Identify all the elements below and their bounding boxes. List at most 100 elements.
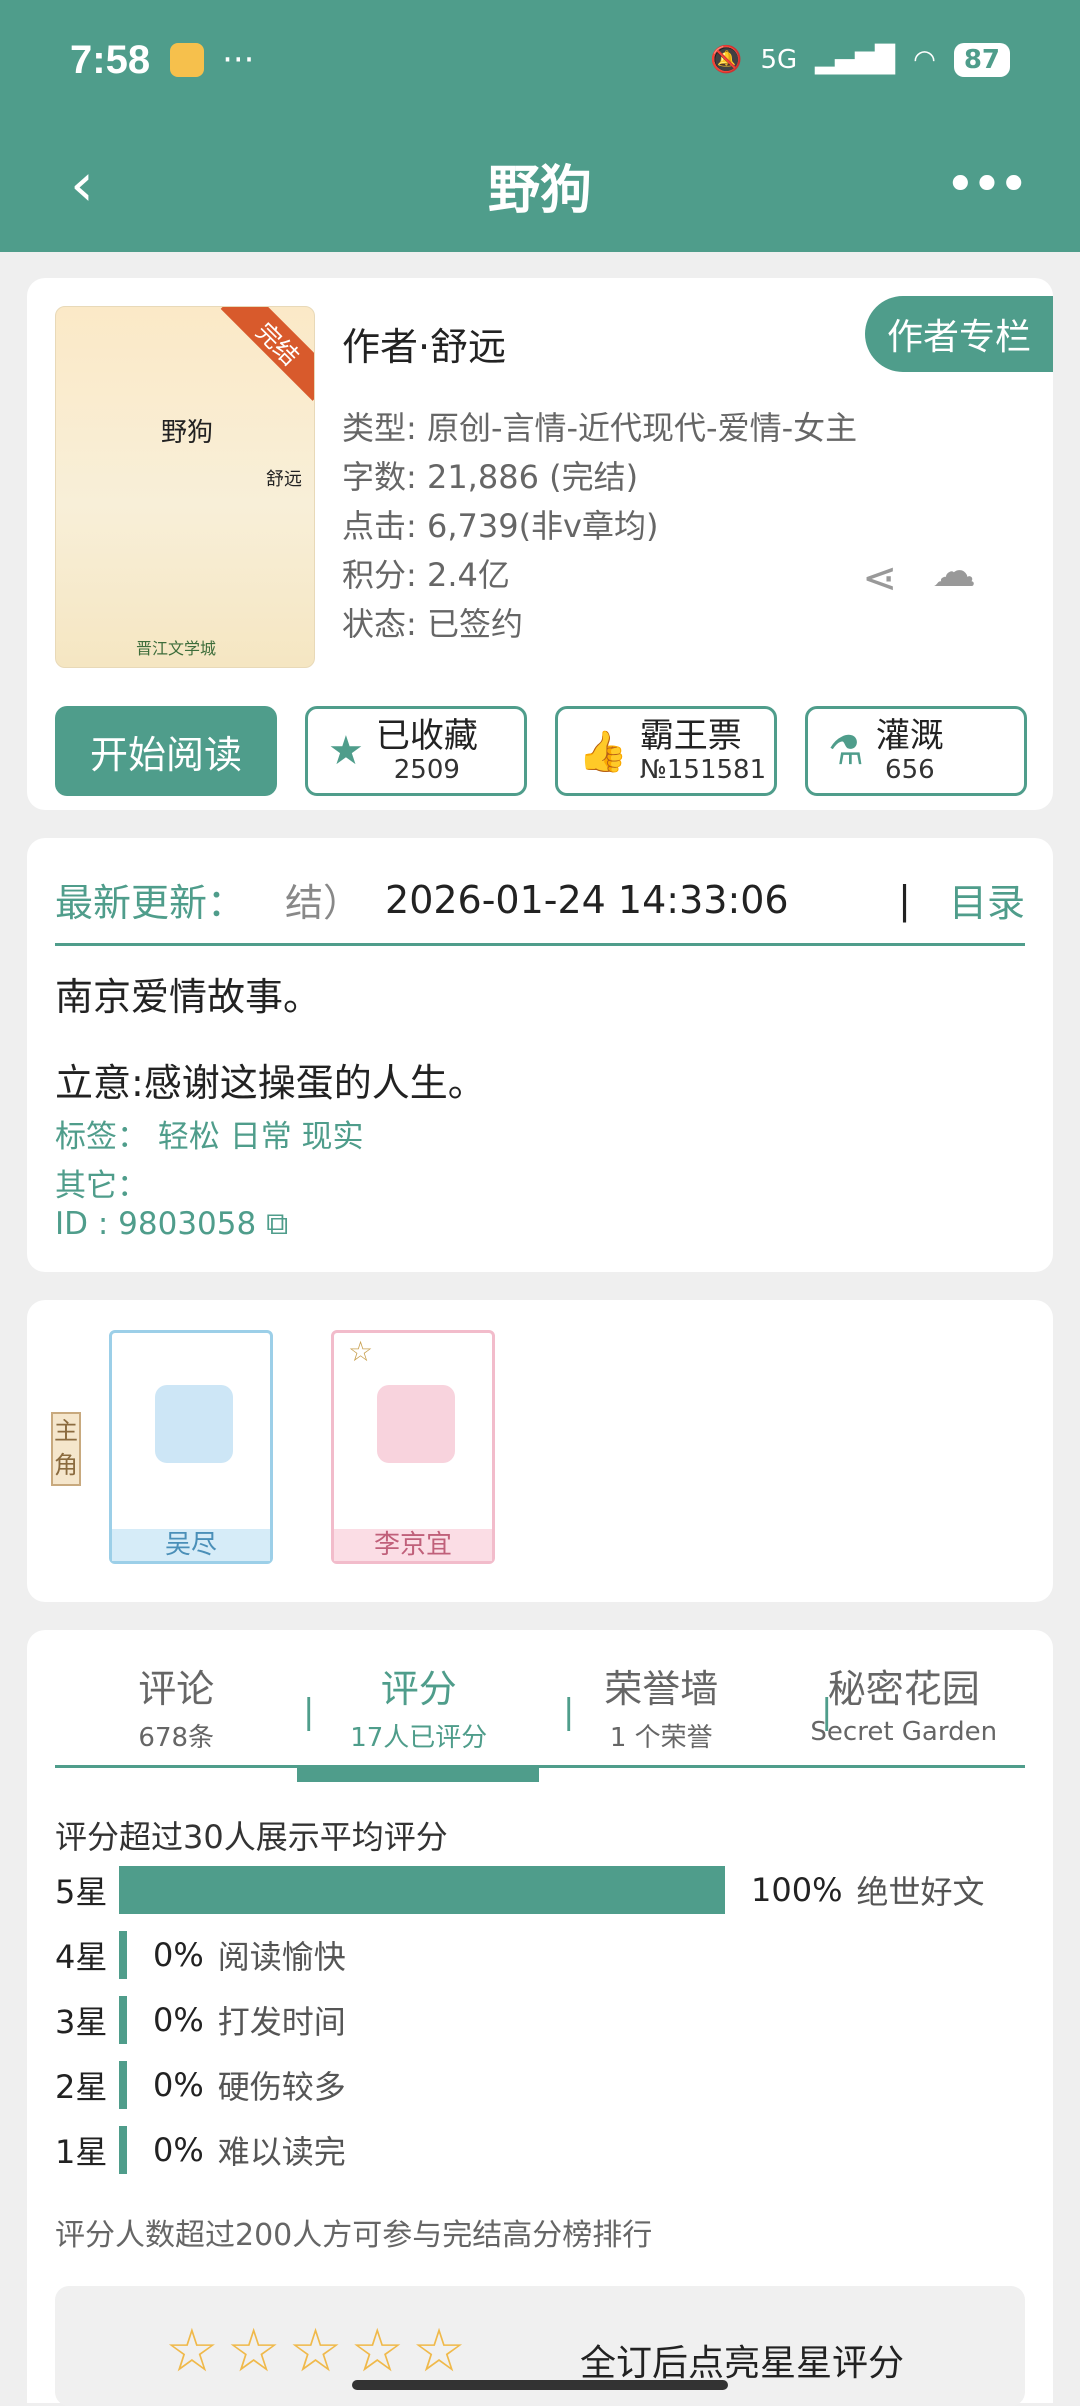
meta-points: 积分: 2.4亿 [342,556,510,594]
rating-bar [119,1996,127,2044]
rating-row: 2星 0% 硬伤较多 [55,2060,1015,2110]
ticket-count: №151581 [639,755,767,785]
meta-type: 类型: 原创-言情-近代现代-爱情-女主 [342,409,858,447]
thumbs-up-icon: 👍 [578,728,628,775]
update-card: 最新更新： 结） 2026-01-24 14:33:06 | 目录 南京爱情故事… [27,838,1053,1272]
role-name: 吴尽 [112,1529,270,1561]
more-notifications-icon: ··· [222,40,255,80]
book-info-card: 完结 野狗 舒远 晋江文学城 作者·舒远 作者专栏 类型: 原创-言情-近代现代… [27,278,1053,810]
nav-bar: ‹ 野狗 ••• [0,140,1080,230]
water-button[interactable]: ⚗ 灌溉 656 [805,706,1027,796]
book-summary: 南京爱情故事。 [55,975,322,1019]
completed-badge: 完结 [220,307,314,401]
signal-icon: ▂▄▆█ [815,45,896,75]
ticket-label: 霸王票 [639,716,742,756]
rating-bar [119,1866,725,1914]
book-idea: 立意:感谢这操蛋的人生。 [55,1061,486,1105]
meta-words: 字数: 21,886 (完结) [342,458,639,496]
rating-row: 1星 0% 难以读完 [55,2125,1015,2175]
water-count: 656 [885,755,935,785]
more-menu-icon[interactable]: ••• [945,155,1029,215]
status-bar: 7:58 ··· 🔕 5G ▂▄▆█ ◠ 87 [70,30,1010,90]
role-card-lijingyi[interactable]: ☆ 李京宜 [331,1330,495,1564]
start-reading-button[interactable]: 开始阅读 [55,706,277,796]
star-rating-tip: 全订后点亮星星评分 [580,2343,905,2384]
tab-divider: | [563,1692,575,1732]
book-cover[interactable]: 完结 野狗 舒远 晋江文学城 [55,306,315,668]
tab-comments[interactable]: 评论 678条 [55,1644,298,1765]
rating-star-label: 1星 [55,2133,108,2171]
update-divider: | [898,877,911,922]
protagonist-tag: 主角 [51,1412,81,1486]
cover-title: 野狗 [161,418,214,448]
tab-rating[interactable]: 评分 17人已评分 [298,1644,541,1765]
active-tab-indicator [297,1766,539,1782]
role-name: 李京宜 [334,1529,492,1561]
role-list: 吴尽 ☆ 李京宜 [109,1330,495,1564]
tab-label: 评论 [138,1667,215,1711]
avatar-icon [155,1385,233,1463]
ticket-button[interactable]: 👍 霸王票 №151581 [555,706,777,796]
favorite-count: 2509 [393,755,460,785]
rating-card: 评论 678条 评分 17人已评分 荣誉墙 1 个荣誉 秘密花园 Secret … [27,1630,1053,2406]
rating-star-label: 4星 [55,1938,108,1976]
tab-divider: | [821,1692,833,1732]
meta-status: 状态: 已签约 [342,605,523,643]
tab-sub: Secret Garden [810,1717,998,1747]
rating-row: 4星 0% 阅读愉快 [55,1930,1015,1980]
roles-card: 主角 吴尽 ☆ 李京宜 [27,1300,1053,1602]
avatar-icon [377,1385,455,1463]
rating-percent: 0% [153,2066,204,2104]
update-chapter: 结） [285,881,362,925]
rating-row: 3星 0% 打发时间 [55,1995,1015,2045]
rating-percent: 100% [751,1871,843,1909]
cover-author: 舒远 [266,469,302,490]
rating-star-label: 5星 [55,1873,108,1911]
toc-link[interactable]: 目录 [949,872,1025,927]
meta-clicks: 点击: 6,739(非v章均) [342,507,659,545]
download-icon[interactable]: ☁ [932,546,976,597]
network-label: 5G [760,45,798,75]
tab-divider: | [303,1692,315,1732]
book-id: ID : 9803058 ⧉ [55,1206,288,1243]
star-icon: ★ [328,728,364,774]
update-time: 2026-01-24 14:33:06 [385,877,789,922]
home-indicator[interactable] [352,2380,728,2390]
page-title: 野狗 [487,160,592,221]
rating-star-label: 3星 [55,2003,108,2041]
rating-note: 评分超过30人展示平均评分 [55,1818,448,1856]
share-icon[interactable]: ⋖ [862,553,897,602]
mute-icon: 🔕 [710,45,743,75]
cover-logo: 晋江文学城 [136,639,217,658]
author-name[interactable]: 作者·舒远 [342,316,506,371]
role-card-wujin[interactable]: 吴尽 [109,1330,273,1564]
rating-desc: 阅读愉快 [217,1938,346,1976]
book-tags[interactable]: 标签： 轻松 日常 现实 [55,1111,364,1156]
tab-sub: 1 个荣誉 [609,1723,713,1753]
favorite-button[interactable]: ★ 已收藏 2509 [305,706,527,796]
watering-can-icon: ⚗ [828,728,864,774]
tab-secret-garden[interactable]: 秘密花园 Secret Garden [783,1644,1026,1765]
header: 7:58 ··· 🔕 5G ▂▄▆█ ◠ 87 ‹ 野狗 ••• [0,0,1080,252]
star-rating-icons[interactable]: ☆☆☆☆☆ [165,2316,474,2386]
latest-update-row[interactable]: 最新更新： 结） 2026-01-24 14:33:06 | 目录 [55,856,1025,946]
rating-desc: 绝世好文 [856,1873,985,1911]
rating-bar [119,2061,127,2109]
copy-icon[interactable]: ⧉ [266,1206,288,1242]
book-other: 其它： [55,1168,148,1204]
app-notification-icon [170,43,205,77]
star-icon: ☆ [348,1335,374,1368]
book-id-value: ID : 9803058 [55,1206,257,1242]
wifi-icon: ◠ [913,45,936,75]
book-meta: 类型: 原创-言情-近代现代-爱情-女主 字数: 21,886 (完结) 点击:… [342,404,857,649]
tab-label: 秘密花园 [827,1667,980,1711]
author-column-button[interactable]: 作者专栏 [864,296,1053,372]
tab-label: 评分 [380,1667,457,1711]
tab-honor-wall[interactable]: 荣誉墙 1 个荣誉 [540,1644,783,1765]
tab-sub: 678条 [138,1723,215,1753]
update-label: 最新更新： [55,881,246,925]
action-buttons: 开始阅读 ★ 已收藏 2509 👍 霸王票 №151581 ⚗ 灌溉 656 [55,706,1027,796]
status-icons: 🔕 5G ▂▄▆█ ◠ 87 [710,43,1010,77]
water-label: 灌溉 [875,716,944,756]
rating-row: 5星 100% 绝世好文 [55,1865,1015,1915]
